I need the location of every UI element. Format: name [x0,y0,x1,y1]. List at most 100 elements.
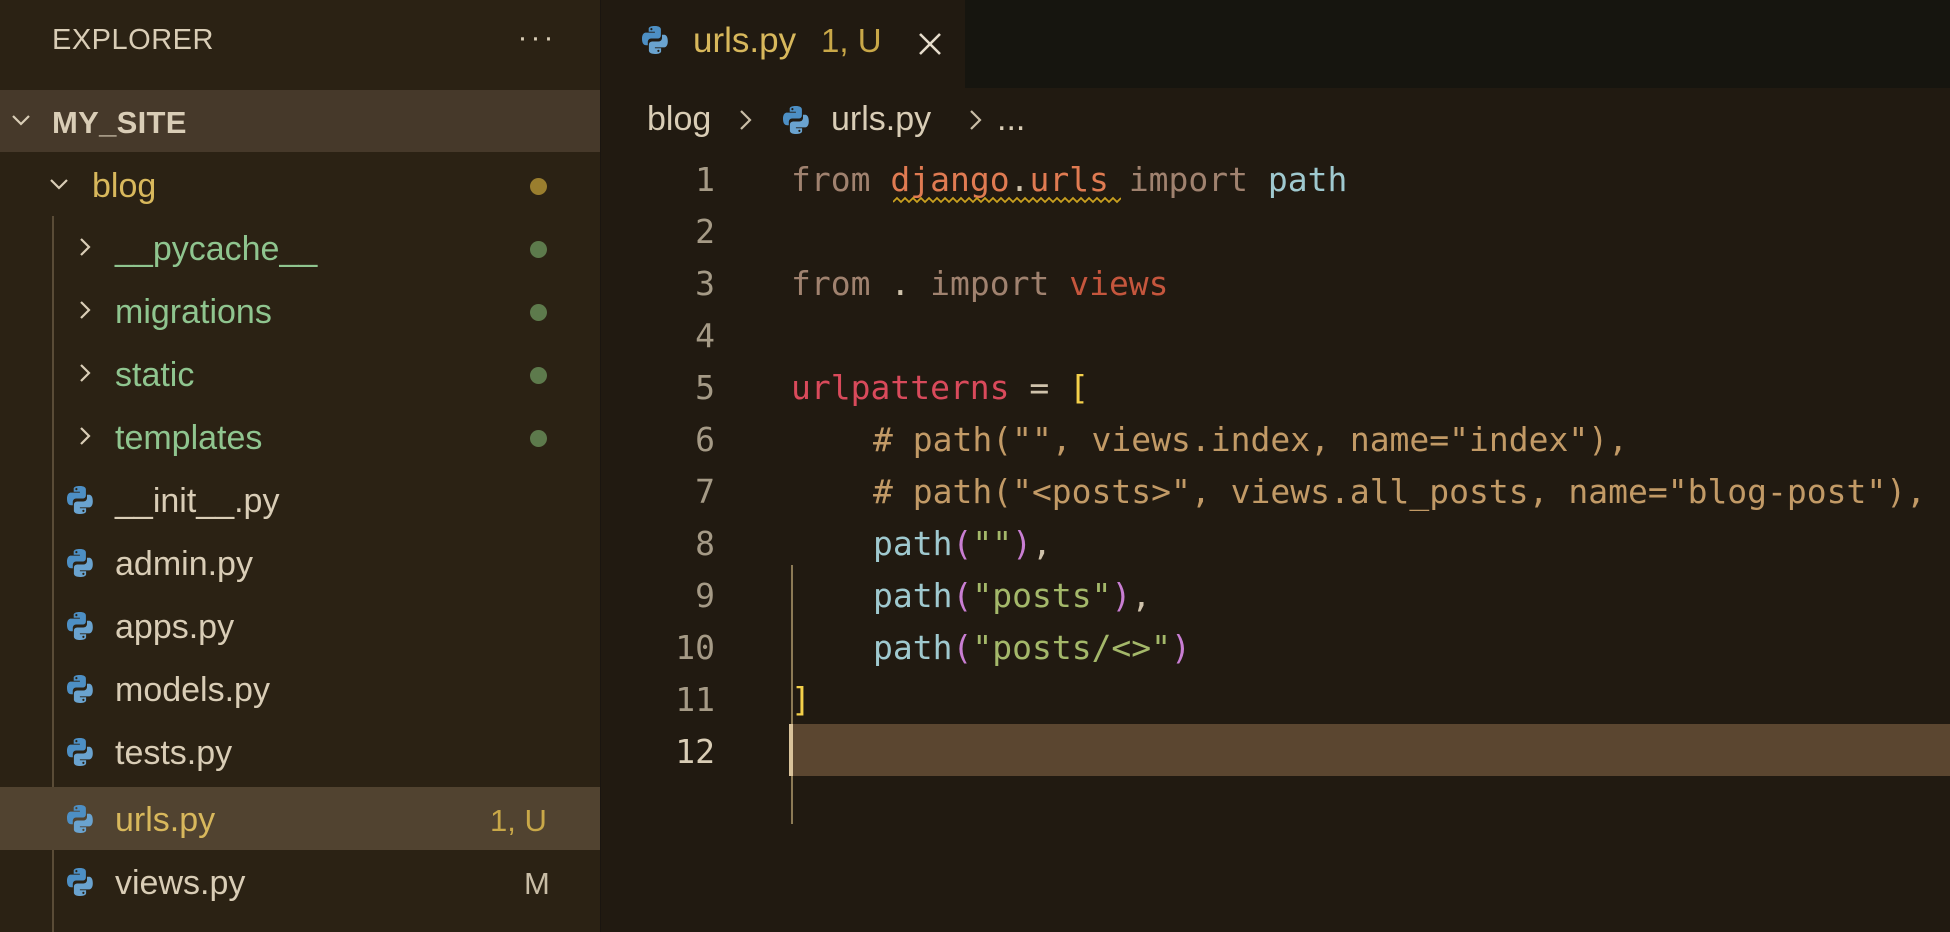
code-text: # path("<posts>", views.all_posts, name=… [873,472,1926,511]
line-number: 12 [675,732,715,771]
modified-dot [530,178,547,195]
tab-urls-py[interactable]: urls.py 1, U [601,0,965,88]
untracked-dot [530,241,547,258]
file-label: admin.py [115,545,253,583]
code-line: 7 # path("<posts>", views.all_posts, nam… [601,464,1950,516]
code-token: ( [952,524,973,563]
close-icon[interactable] [910,24,950,64]
code-token: import [1128,160,1249,199]
breadcrumb-more[interactable]: ... [997,100,1025,139]
code-line: 1 from django.urls import path [601,152,1950,204]
chevron-right-icon [735,105,757,144]
python-file-icon [67,868,93,896]
untracked-dot [530,304,547,321]
line-number: 2 [695,212,715,251]
git-status-badge: M [524,866,550,901]
code-token: urlpatterns [791,368,1010,407]
file-row-admin[interactable]: admin.py [0,531,600,594]
tab-title: urls.py [693,21,797,60]
code-token: django [890,160,1010,199]
code-text: # path("", views.index, name="index"), [873,420,1628,459]
code-text: from django.urls import path [791,160,1347,199]
folder-label: static [115,356,195,394]
code-token: path [1267,160,1348,199]
breadcrumb-folder[interactable]: blog [647,100,711,139]
code-token: path [873,628,953,667]
editor-pane: urls.py 1, U blog urls.py ... 1 from dja… [601,0,1950,932]
code-line: 3 from . import views [601,256,1950,308]
file-row-views[interactable]: views.py M [0,850,600,913]
code-token: "posts" [972,576,1112,615]
code-line: 11 ] [601,672,1950,724]
file-label: urls.py [115,801,216,839]
folder-row-migrations[interactable]: migrations [0,279,600,342]
code-text: from . import views [791,264,1169,303]
chevron-down-icon [6,105,36,140]
problem-status-badge: 1, U [490,803,547,838]
project-root-row[interactable]: MY_SITE [0,90,600,152]
code-comment: # path("<posts>", views.all_posts, name=… [873,472,1926,511]
file-row-tests[interactable]: tests.py [0,720,600,783]
line-number: 1 [695,160,715,199]
python-file-icon [67,612,93,640]
explorer-sidebar: EXPLORER ··· MY_SITE blog __pycache__ mi… [0,0,601,932]
code-token: "posts/<>" [972,628,1172,667]
project-name: MY_SITE [52,105,187,140]
warning-squiggle[interactable] [893,196,1121,204]
code-line: 5 urlpatterns = [ [601,360,1950,412]
chevron-right-icon [70,421,100,456]
file-row-models[interactable]: models.py [0,657,600,720]
file-row-urls[interactable]: urls.py 1, U [0,787,600,850]
file-label: views.py [115,864,246,902]
vscode-window: EXPLORER ··· MY_SITE blog __pycache__ mi… [0,0,1950,932]
code-text: path("posts"), [873,576,1151,615]
line-number: 7 [695,472,715,511]
file-label: models.py [115,671,270,709]
code-token: ) [1012,524,1032,563]
text-cursor [789,724,793,776]
code-token: import [930,264,1050,303]
line-number: 4 [695,316,715,355]
current-line-highlight [789,724,1950,776]
file-row-apps[interactable]: apps.py [0,594,600,657]
code-token: , [1131,576,1152,615]
python-file-icon [67,738,93,766]
python-file-icon [642,26,668,54]
code-text: ] [791,680,811,719]
chevron-right-icon [965,105,987,144]
code-token: [ [1069,368,1090,407]
code-comment: # path("", views.index, name="index"), [873,420,1628,459]
line-number: 9 [695,576,715,615]
explorer-title: EXPLORER [52,24,214,56]
code-line-current[interactable]: 12 [601,724,1950,776]
python-file-icon [67,486,93,514]
code-token: "" [972,524,1013,563]
code-line: 10 path("posts/<>") [601,620,1950,672]
code-token: ) [1171,628,1191,667]
folder-label: blog [92,167,157,205]
line-number: 8 [695,524,715,563]
code-token: urls [1029,160,1109,199]
code-token: . [890,264,911,303]
folder-label: __pycache__ [115,230,318,268]
file-row-init[interactable]: __init__.py [0,468,600,531]
breadcrumb-file[interactable]: urls.py [831,100,931,139]
python-file-icon [780,104,812,145]
folder-row-pycache[interactable]: __pycache__ [0,216,600,279]
code-token: ) [1111,576,1132,615]
code-token: ( [952,576,973,615]
code-text: path(""), [873,524,1052,563]
code-token: = [1029,368,1050,407]
code-token: . [1009,160,1030,199]
code-token: from [791,264,871,303]
more-actions-icon[interactable]: ··· [512,18,562,58]
folder-row-blog[interactable]: blog [0,153,600,216]
python-file-icon [67,675,93,703]
folder-row-static[interactable]: static [0,342,600,405]
explorer-header: EXPLORER ··· [0,0,600,80]
folder-row-templates[interactable]: templates [0,405,600,468]
code-token: ( [952,628,973,667]
chevron-right-icon [70,232,100,267]
code-line: 4 [601,308,1950,360]
file-label: tests.py [115,734,233,772]
